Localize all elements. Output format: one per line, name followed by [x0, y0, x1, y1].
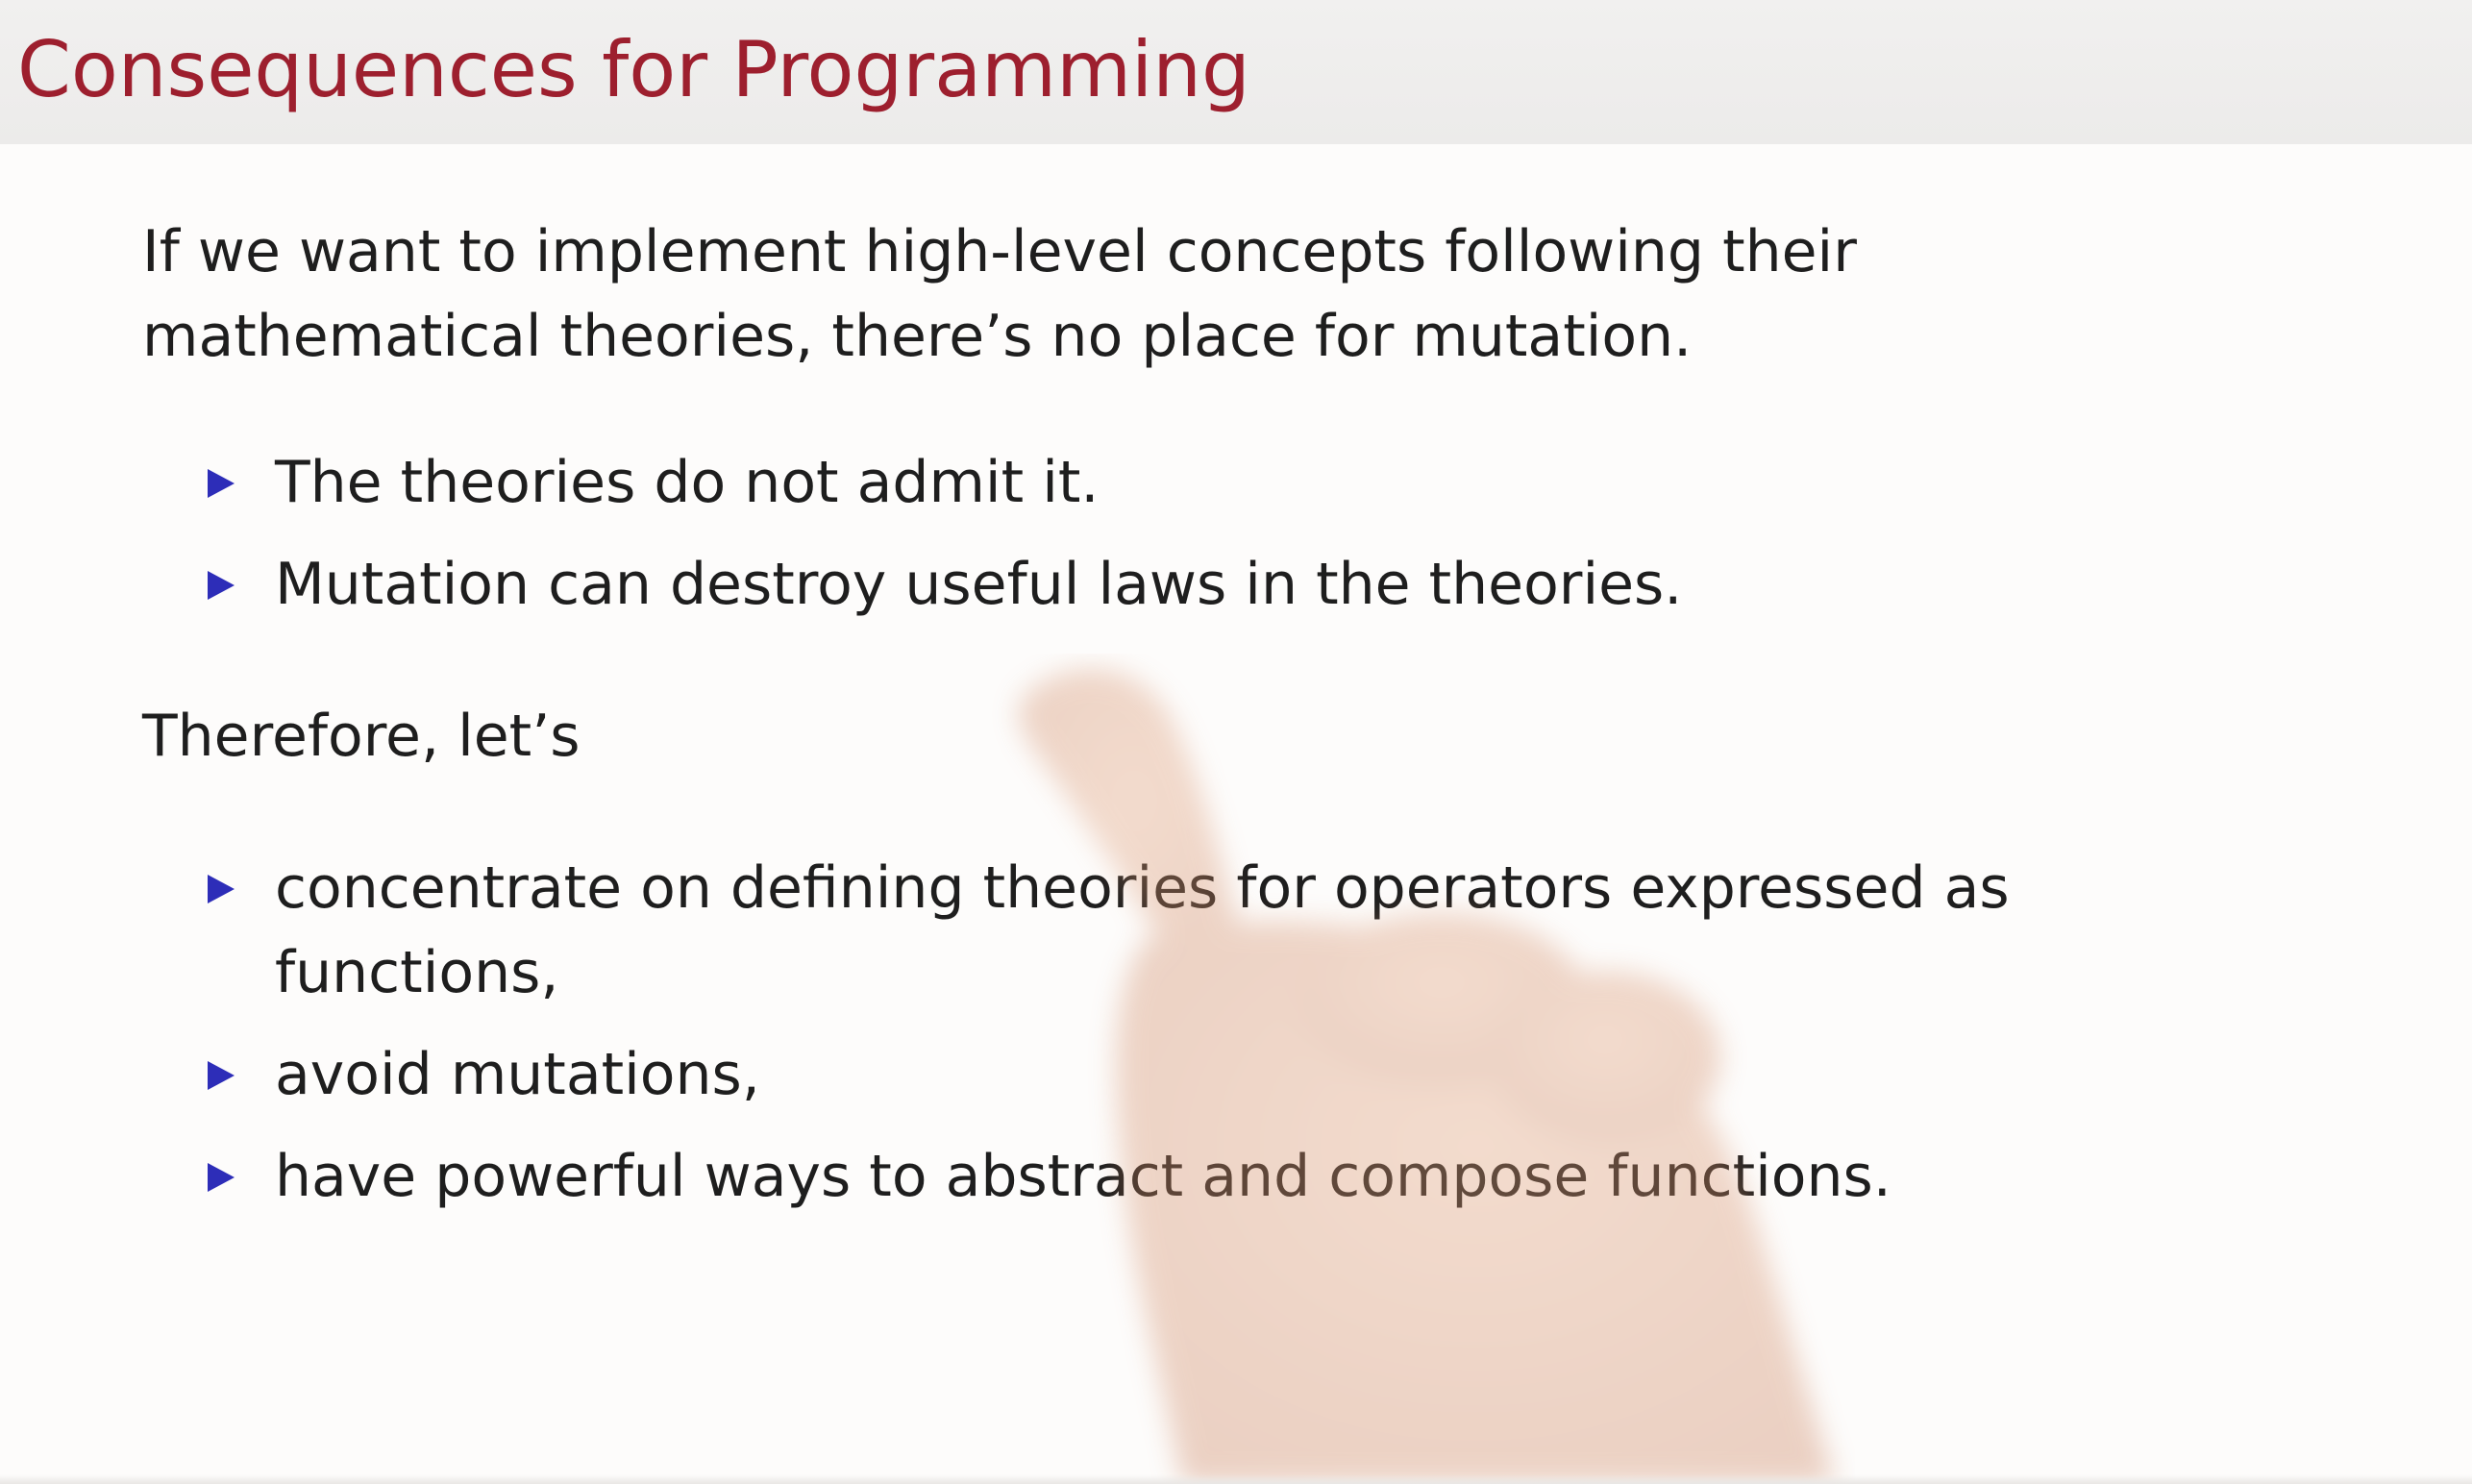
- reasons-list: The theories do not admit it. Mutation c…: [142, 440, 2209, 627]
- list-item: concentrate on defining theories for ope…: [142, 846, 2209, 1015]
- triangle-bullet-icon: [208, 1163, 235, 1192]
- triangle-bullet-icon: [208, 469, 235, 498]
- list-item-text: avoid mutations,: [275, 1041, 760, 1108]
- list-item: avoid mutations,: [142, 1032, 2209, 1117]
- list-item-text: Mutation can destroy useful laws in the …: [275, 551, 1683, 618]
- therefore-paragraph: Therefore, let’s: [142, 703, 581, 770]
- triangle-bullet-icon: [208, 1061, 235, 1090]
- list-item-text: concentrate on defining theories for ope…: [275, 854, 2010, 1006]
- triangle-bullet-icon: [208, 571, 235, 600]
- slide-title: Consequences for Programming: [17, 25, 1250, 114]
- list-item: The theories do not admit it.: [142, 440, 2209, 525]
- list-item: have powerful ways to abstract and compo…: [142, 1134, 2209, 1219]
- slide-bottom-edge: [0, 1474, 2472, 1484]
- actions-list: concentrate on defining theories for ope…: [142, 846, 2209, 1219]
- list-item-text: The theories do not admit it.: [275, 449, 1100, 516]
- list-item-text: have powerful ways to abstract and compo…: [275, 1143, 1891, 1210]
- triangle-bullet-icon: [208, 875, 235, 903]
- title-bar: Consequences for Programming: [0, 0, 2472, 144]
- intro-paragraph: If we want to implement high-level conce…: [142, 218, 1857, 370]
- slide-body: If we want to implement high-level conce…: [142, 210, 2209, 1219]
- list-item: Mutation can destroy useful laws in the …: [142, 542, 2209, 627]
- slide: Consequences for Programming If we want …: [0, 0, 2472, 1484]
